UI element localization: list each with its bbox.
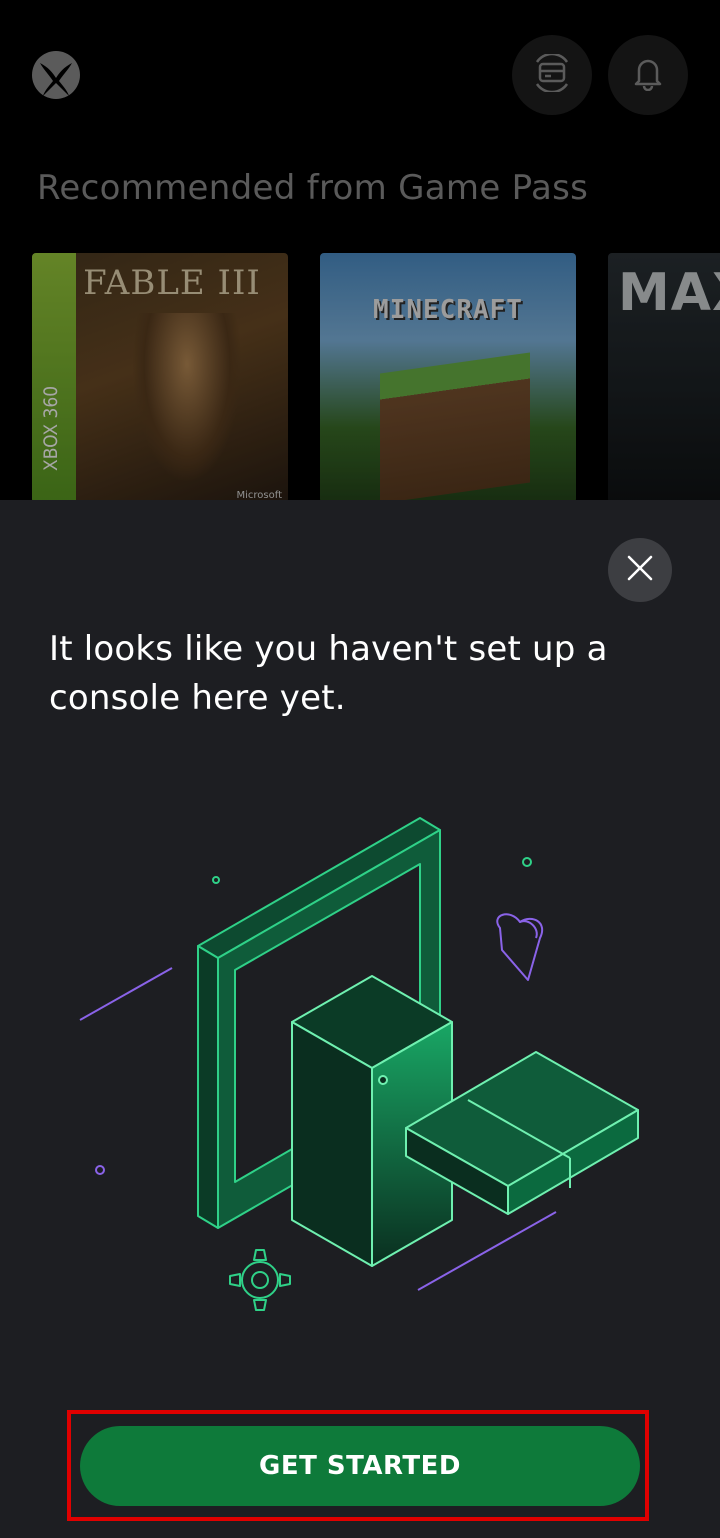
accent-dot [522,857,532,867]
console-illustration [70,810,650,1330]
gear-icon [229,1249,291,1311]
accent-line [79,967,173,1021]
background-dim[interactable] [0,0,720,500]
accent-dot [212,876,220,884]
close-icon [627,555,653,585]
heart-icon [496,913,543,981]
setup-console-sheet: It looks like you haven't set up a conso… [0,500,720,1538]
close-button[interactable] [608,538,672,602]
sheet-message: It looks like you haven't set up a conso… [49,629,608,718]
get-started-button[interactable]: GET STARTED [80,1426,640,1506]
accent-dot [95,1165,105,1175]
